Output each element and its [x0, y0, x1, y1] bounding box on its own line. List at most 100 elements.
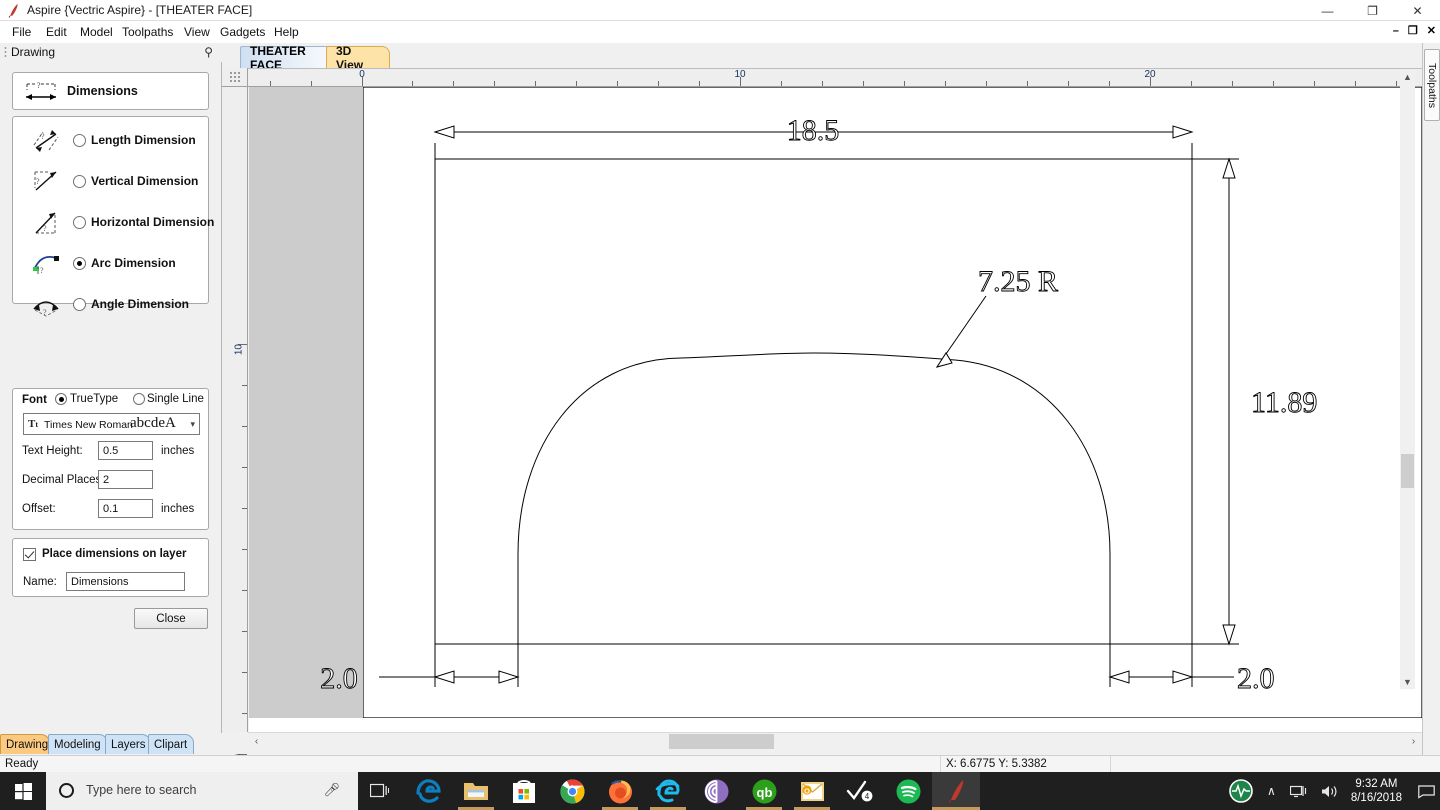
vertical-dimension-label: Vertical Dimension — [91, 174, 199, 188]
option-horizontal-dimension[interactable]: ? Horizontal Dimension — [13, 203, 214, 244]
drawing-canvas[interactable]: 18.5 11.89 7.25 R 2.0 2.0 — [249, 87, 1422, 732]
menu-gadgets[interactable]: Gadgets — [218, 25, 267, 39]
angle-dimension-radio[interactable] — [73, 298, 86, 311]
font-family-combobox[interactable]: Tt Times New Roman abcdeA ▾ — [23, 413, 200, 435]
option-length-dimension[interactable]: ? Length Dimension — [13, 121, 210, 162]
vertical-ruler[interactable]: 10 0 — [222, 87, 248, 760]
chevron-down-icon[interactable]: ▾ — [190, 419, 195, 430]
horizontal-dimension-radio[interactable] — [73, 216, 86, 229]
dimensions-icon: ? — [26, 81, 56, 100]
microphone-icon[interactable]: 🎤︎ — [323, 782, 340, 798]
menu-edit[interactable]: Edit — [44, 25, 69, 39]
toolpaths-tab-label: Toolpaths — [1426, 62, 1438, 108]
clock-time: 9:32 AM — [1355, 778, 1398, 790]
tab-modeling[interactable]: Modeling — [48, 734, 108, 754]
vectric-aspire-icon[interactable] — [932, 772, 980, 810]
scroll-right-button[interactable]: › — [1405, 733, 1422, 750]
layer-name-input[interactable] — [66, 572, 185, 591]
task-view-button[interactable] — [358, 772, 400, 810]
option-arc-dimension[interactable]: ? Arc Dimension — [13, 244, 210, 285]
scroll-left-button[interactable]: ‹ — [248, 733, 265, 750]
tab-layers[interactable]: Layers — [105, 734, 151, 754]
ruler-h-label-0: 0 — [359, 69, 365, 80]
tab-clipart[interactable]: Clipart — [148, 734, 194, 754]
arc-dimension-radio[interactable] — [73, 257, 86, 270]
taskbar-clock[interactable]: 9:32 AM 8/16/2018 — [1345, 777, 1412, 805]
panel-tab-strip: Drawing Modeling Layers Clipart — [0, 733, 222, 755]
mdi-close-button[interactable]: ✕ — [1427, 26, 1436, 37]
menu-bar: File Edit Model Toolpaths View Gadgets H… — [0, 21, 1440, 43]
vscroll-thumb[interactable] — [1401, 454, 1414, 488]
decimal-places-label: Decimal Places: — [22, 474, 105, 486]
hscroll-track[interactable] — [265, 733, 1405, 750]
maximize-button[interactable]: ❐ — [1350, 0, 1395, 21]
decimal-places-input[interactable] — [98, 470, 153, 489]
file-explorer-icon[interactable] — [452, 772, 500, 810]
horizontal-scrollbar[interactable]: ‹ › — [248, 732, 1422, 750]
font-legend-label: Font — [22, 394, 47, 406]
svg-text:qb: qb — [756, 785, 772, 800]
font-family-name: Times New Roman — [44, 419, 133, 431]
notification-icon[interactable] — [1412, 772, 1440, 810]
start-button[interactable] — [0, 772, 46, 810]
horizontal-ruler[interactable]: 0 10 20 — [248, 68, 1422, 87]
text-height-input[interactable] — [98, 441, 153, 460]
close-dialog-button[interactable]: Close — [134, 608, 208, 629]
panel-caption-bar: Drawing ⚲ — [0, 43, 222, 62]
option-vertical-dimension[interactable]: ? Vertical Dimension — [13, 162, 210, 203]
search-box[interactable]: Type here to search 🎤︎ — [46, 772, 358, 810]
google-chrome-icon[interactable] — [548, 772, 596, 810]
menu-file[interactable]: File — [10, 25, 33, 39]
panel-caption-label: Drawing — [11, 45, 56, 59]
offset-input[interactable] — [98, 499, 153, 518]
menu-view[interactable]: View — [182, 25, 212, 39]
vertical-scrollbar[interactable]: ▲ ▼ — [1400, 69, 1415, 689]
pushpin-icon[interactable]: ⚲ — [204, 45, 213, 59]
volume-icon[interactable] — [1314, 772, 1345, 810]
svg-text:?: ? — [37, 81, 41, 90]
right-dock-bar: Toolpaths — [1422, 43, 1440, 755]
menu-model[interactable]: Model — [78, 25, 115, 39]
place-on-layer-label: Place dimensions on layer — [42, 548, 187, 560]
option-angle-dimension[interactable]: ? Angle Dimension — [13, 285, 210, 326]
vertical-dimension-radio[interactable] — [73, 175, 86, 188]
menu-toolpaths[interactable]: Toolpaths — [120, 25, 175, 39]
mdi-restore-button[interactable]: ❐ — [1408, 26, 1418, 37]
scroll-down-button[interactable]: ▼ — [1400, 674, 1415, 689]
microsoft-store-icon[interactable] — [500, 772, 548, 810]
offset-label: Offset: — [22, 503, 56, 515]
tab-drawing[interactable]: Drawing — [0, 734, 50, 754]
status-message: Ready — [5, 758, 39, 770]
internet-explorer-icon[interactable] — [644, 772, 692, 810]
tab-3d-view[interactable]: 3D View — [326, 44, 390, 72]
svg-text:?: ? — [36, 177, 40, 186]
system-tray: ∧ 9:32 AM 8/16/2018 — [1222, 772, 1440, 810]
tray-chevron-icon[interactable]: ∧ — [1260, 772, 1283, 810]
truetype-radio[interactable] — [55, 393, 67, 405]
quickbooks-icon[interactable]: qb — [740, 772, 788, 810]
network-icon[interactable] — [1283, 772, 1314, 810]
ruler-h-label-10: 10 — [734, 69, 746, 80]
todoist-check-icon[interactable]: 4 — [836, 772, 884, 810]
text-height-label: Text Height: — [22, 445, 83, 457]
spotify-icon[interactable] — [884, 772, 932, 810]
minimize-button[interactable]: — — [1305, 0, 1350, 21]
mdi-minimize-button[interactable]: – — [1393, 26, 1399, 37]
angle-dimension-label: Angle Dimension — [91, 297, 190, 311]
vectric-tray-icon[interactable] — [1222, 772, 1260, 810]
singleline-radio[interactable] — [133, 393, 145, 405]
microsoft-outlook-icon[interactable]: O — [788, 772, 836, 810]
svg-text:?: ? — [43, 308, 47, 317]
close-button[interactable]: ✕ — [1395, 0, 1440, 21]
place-on-layer-checkbox[interactable] — [23, 548, 36, 561]
ruler-corner[interactable] — [222, 68, 248, 87]
tab-toolpaths[interactable]: Toolpaths — [1424, 49, 1440, 121]
scroll-up-button[interactable]: ▲ — [1400, 69, 1415, 84]
hscroll-thumb[interactable] — [669, 734, 774, 749]
arc-dimension-label: Arc Dimension — [91, 256, 176, 270]
mozilla-firefox-icon[interactable] — [596, 772, 644, 810]
bittorrent-icon[interactable] — [692, 772, 740, 810]
microsoft-edge-icon[interactable] — [404, 772, 452, 810]
menu-help[interactable]: Help — [272, 25, 301, 39]
length-dimension-radio[interactable] — [73, 134, 86, 147]
